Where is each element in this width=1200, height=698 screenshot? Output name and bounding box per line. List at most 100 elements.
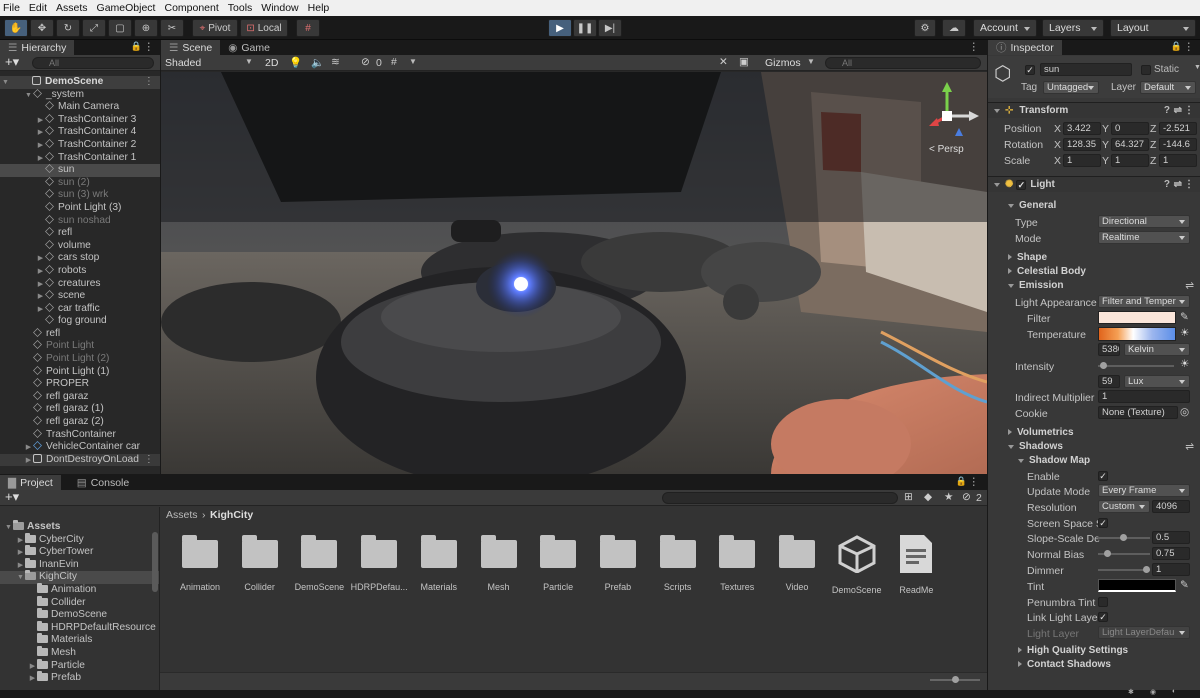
hierarchy-item[interactable]: ▶ scene xyxy=(0,290,160,303)
settings-icon[interactable]: ⚙ xyxy=(914,19,936,37)
menu-assets[interactable]: Assets xyxy=(56,2,88,14)
scale-z-field[interactable]: 1 xyxy=(1159,154,1197,167)
help-icon[interactable]: ? xyxy=(1164,177,1170,193)
resolution-field[interactable]: 4096 xyxy=(1152,500,1190,513)
screen-space-checkbox[interactable]: ✓ xyxy=(1098,518,1108,528)
hierarchy-item[interactable]: ▶ TrashContainer 4 xyxy=(0,126,160,139)
light-header[interactable]: ✺ ✓ Light ? ⇌ ⋮ xyxy=(988,176,1200,192)
hierarchy-item[interactable]: ▶ TrashContainer 1 xyxy=(0,152,160,165)
project-folder-item[interactable]: ▼ Assets xyxy=(0,520,159,534)
static-checkbox[interactable] xyxy=(1141,65,1151,75)
shape-foldout[interactable]: Shape xyxy=(1008,252,1047,263)
favorite-icon[interactable]: ★ xyxy=(944,491,953,503)
camera-icon[interactable]: ▣ xyxy=(739,56,749,68)
celestial-foldout[interactable]: Celestial Body xyxy=(1008,266,1086,277)
normal-bias-field[interactable]: 0.75 xyxy=(1152,547,1190,560)
menu-component[interactable]: Component xyxy=(164,2,218,14)
axis-y-label[interactable]: Y xyxy=(1102,123,1109,135)
light-enabled-checkbox[interactable]: ✓ xyxy=(1016,180,1027,190)
scale-tool-icon[interactable]: ⤢ xyxy=(82,19,106,37)
asset-item[interactable]: Mesh xyxy=(469,535,529,592)
hierarchy-item[interactable]: fog ground xyxy=(0,315,160,328)
appearance-dropdown[interactable]: Filter and Temper xyxy=(1098,295,1190,308)
slope-knob[interactable] xyxy=(1120,534,1127,541)
grid-snap-icon[interactable]: # xyxy=(296,19,320,37)
hierarchy-item[interactable]: volume xyxy=(0,240,160,253)
asset-item[interactable]: DemoScene xyxy=(827,535,887,595)
axis-z-label[interactable]: Z xyxy=(1150,155,1156,167)
create-asset-button[interactable]: +▾ xyxy=(5,490,19,504)
axis-x-label[interactable]: X xyxy=(1054,123,1061,135)
expand-arrow-icon[interactable]: ▶ xyxy=(28,673,37,686)
emission-settings-icon[interactable]: ⇌ xyxy=(1185,280,1194,292)
resolution-dropdown[interactable]: Custom xyxy=(1098,500,1150,513)
effects-icon[interactable]: ≋ xyxy=(331,56,340,68)
project-folder-item[interactable]: ▼ KighCity xyxy=(0,570,159,584)
mode-dropdown[interactable]: Realtime xyxy=(1098,231,1190,244)
scene-viewport[interactable]: < Persp xyxy=(161,72,987,474)
type-dropdown[interactable]: Directional xyxy=(1098,215,1190,228)
position-y-field[interactable]: 0 xyxy=(1111,122,1149,135)
asset-item[interactable]: Collider xyxy=(230,535,290,592)
filter-color-swatch[interactable] xyxy=(1098,311,1176,324)
high-quality-foldout[interactable]: High Quality Settings xyxy=(1018,645,1128,656)
hierarchy-item[interactable]: ▶ TrashContainer 3 xyxy=(0,114,160,127)
move-tool-icon[interactable]: ✥ xyxy=(30,19,54,37)
hidden-packages-icon[interactable]: ⊘ xyxy=(962,491,971,503)
play-icon[interactable]: ▶ xyxy=(548,19,572,37)
slope-slider[interactable] xyxy=(1098,531,1150,545)
link-light-layer-checkbox[interactable]: ✓ xyxy=(1098,612,1108,622)
hierarchy-item[interactable]: ▶ VehicleContainer car xyxy=(0,441,160,454)
layout-dropdown[interactable]: Layout xyxy=(1110,19,1196,37)
position-x-field[interactable]: 3.422 xyxy=(1063,122,1101,135)
step-icon[interactable]: ▶| xyxy=(598,19,622,37)
hierarchy-item[interactable]: refl xyxy=(0,328,160,341)
tab-game[interactable]: ◉ Game xyxy=(220,40,278,55)
object-name-field[interactable]: sun xyxy=(1040,63,1132,76)
lock-icon[interactable]: 🔒 xyxy=(131,41,142,52)
grid-chevron-icon[interactable]: ▼ xyxy=(409,57,417,66)
object-picker-icon[interactable]: ◎ xyxy=(1180,406,1189,418)
component-menu-icon[interactable]: ⋮ xyxy=(1184,177,1194,193)
hierarchy-item[interactable]: PROPER xyxy=(0,378,160,391)
emission-foldout[interactable]: Emission xyxy=(1008,280,1063,291)
hierarchy-item[interactable]: ▶ cars stop xyxy=(0,252,160,265)
project-folder-item[interactable]: DemoScene xyxy=(0,608,159,622)
pivot-button[interactable]: ⌖ Pivot xyxy=(192,19,238,37)
shadows-foldout[interactable]: Shadows xyxy=(1008,441,1063,452)
progress-icon[interactable]: ◐ xyxy=(1172,688,1176,695)
axis-z-label[interactable]: Z xyxy=(1150,139,1156,151)
breadcrumb-current[interactable]: KighCity xyxy=(210,509,253,521)
static-chevron-icon[interactable]: ▼ xyxy=(1194,64,1200,71)
add-object-button[interactable]: +▾ xyxy=(5,55,19,69)
tag-dropdown[interactable]: Untagged xyxy=(1043,81,1099,94)
hierarchy-item[interactable]: sun xyxy=(0,164,160,177)
hierarchy-item[interactable]: Point Light (3) xyxy=(0,202,160,215)
menu-window[interactable]: Window xyxy=(261,2,298,14)
intensity-unit-dropdown[interactable]: Lux xyxy=(1124,375,1190,388)
dimmer-field[interactable]: 1 xyxy=(1152,563,1190,576)
asset-item[interactable]: HDRPDefau... xyxy=(349,535,409,592)
asset-item[interactable]: Particle xyxy=(528,535,588,592)
hierarchy-item[interactable]: TrashContainer xyxy=(0,429,160,442)
asset-item[interactable]: Scripts xyxy=(648,535,708,592)
menu-help[interactable]: Help xyxy=(308,2,330,14)
project-folder-item[interactable]: Materials xyxy=(0,633,159,647)
asset-item[interactable]: Materials xyxy=(409,535,469,592)
axis-x-label[interactable]: X xyxy=(1054,155,1061,167)
orientation-gizmo[interactable] xyxy=(929,76,985,136)
perspective-label[interactable]: < Persp xyxy=(929,144,964,155)
panel-menu-icon[interactable]: ⋮ xyxy=(969,476,980,488)
intensity-field[interactable]: 59 xyxy=(1098,375,1120,388)
lock-icon[interactable]: 🔒 xyxy=(956,476,967,487)
general-foldout[interactable]: General xyxy=(1008,200,1056,211)
tint-color-swatch[interactable] xyxy=(1098,579,1176,592)
cloud-icon[interactable]: ☁ xyxy=(942,19,966,37)
project-folder-item[interactable]: ▶ Particle xyxy=(0,658,159,673)
asset-item[interactable]: Video xyxy=(767,535,827,592)
temperature-gradient-slider[interactable] xyxy=(1098,327,1176,341)
project-folder-item[interactable]: Collider xyxy=(0,595,159,610)
component-menu-icon[interactable]: ⋮ xyxy=(1184,103,1194,119)
hierarchy-item[interactable]: refl xyxy=(0,227,160,240)
scene-search-input[interactable]: All xyxy=(825,57,981,69)
